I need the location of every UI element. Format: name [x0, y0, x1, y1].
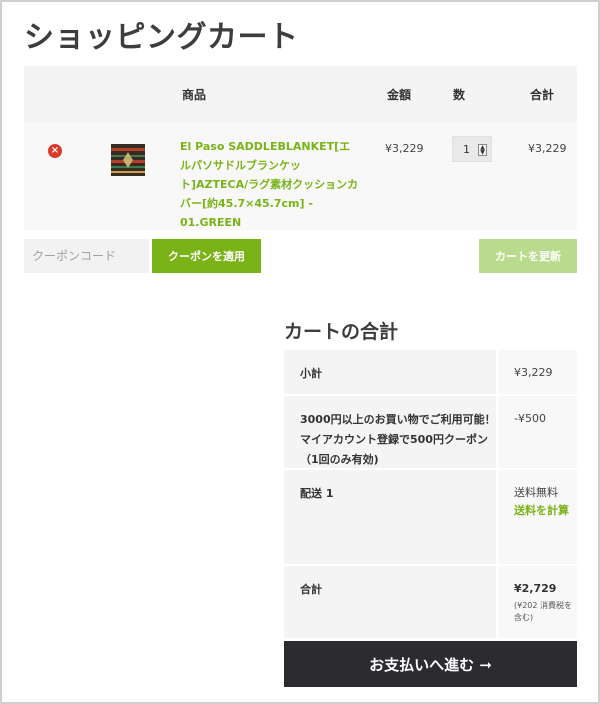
shipping-label: 配送 1 [284, 470, 496, 564]
header-subtotal: 合計 [530, 88, 555, 102]
calculate-shipping-link[interactable]: 送料を計算 [514, 502, 577, 520]
item-subtotal: ¥3,229 [528, 142, 567, 155]
subtotal-row: 小計 ¥3,229 [284, 350, 577, 394]
total-label: 合計 [284, 566, 496, 638]
total-row: 合計 ¥2,729 (¥202 消費税を含む) [284, 566, 577, 638]
update-cart-button[interactable]: カートを更新 [479, 239, 577, 273]
item-price: ¥3,229 [385, 142, 424, 155]
coupon-description: 3000円以上のお買い物でご利用可能！マイアカウント登録で500円クーポン（1回… [284, 396, 496, 468]
cart-page: ショッピングカート 商品 金額 数 合計 × El Paso SADDLEBLA… [0, 0, 600, 704]
cart-table: 商品 金額 数 合計 × El Paso SADDLEBLANKET[エルパソサ… [24, 66, 577, 230]
table-header: 商品 金額 数 合計 [24, 66, 577, 122]
page-title: ショッピングカート [24, 20, 299, 55]
shipping-row: 配送 1 送料無料 送料を計算 [284, 470, 577, 564]
total-value: ¥2,729 [514, 582, 557, 595]
subtotal-value: ¥3,229 [498, 350, 577, 394]
cart-totals-table: 小計 ¥3,229 3000円以上のお買い物でご利用可能！マイアカウント登録で5… [284, 350, 577, 638]
tax-note: (¥202 消費税を含む) [514, 601, 573, 622]
subtotal-label: 小計 [284, 350, 496, 394]
header-price: 金額 [387, 88, 412, 102]
cart-totals-title: カートの合計 [284, 321, 399, 343]
total-cell: ¥2,729 (¥202 消費税を含む) [498, 566, 577, 638]
quantity-stepper[interactable]: 1 ▲ ▼ [452, 136, 492, 162]
coupon-row: 3000円以上のお買い物でご利用可能！マイアカウント登録で500円クーポン（1回… [284, 396, 577, 468]
header-quantity: 数 [453, 88, 466, 102]
quantity-value[interactable]: 1 [463, 143, 470, 156]
product-name-link[interactable]: El Paso SADDLEBLANKET[エルパソサドルブランケット]AZTE… [180, 137, 360, 232]
cushion-thumbnail-icon[interactable] [108, 140, 148, 180]
proceed-to-checkout-button[interactable]: お支払いへ進む ➞ [284, 641, 577, 687]
coupon-code-input[interactable] [24, 239, 149, 273]
spinner-arrows-icon[interactable]: ▲ ▼ [478, 144, 487, 156]
table-row: × El Paso SADDLEBLANKET[エルパソサドルブランケット]AZ… [24, 122, 577, 230]
apply-coupon-button[interactable]: クーポンを適用 [152, 239, 261, 273]
header-product: 商品 [182, 88, 207, 102]
shipping-cell: 送料無料 送料を計算 [498, 470, 577, 564]
shipping-value: 送料無料 [514, 486, 558, 499]
remove-item-icon[interactable]: × [48, 144, 62, 158]
coupon-discount-value: -¥500 [498, 396, 577, 468]
